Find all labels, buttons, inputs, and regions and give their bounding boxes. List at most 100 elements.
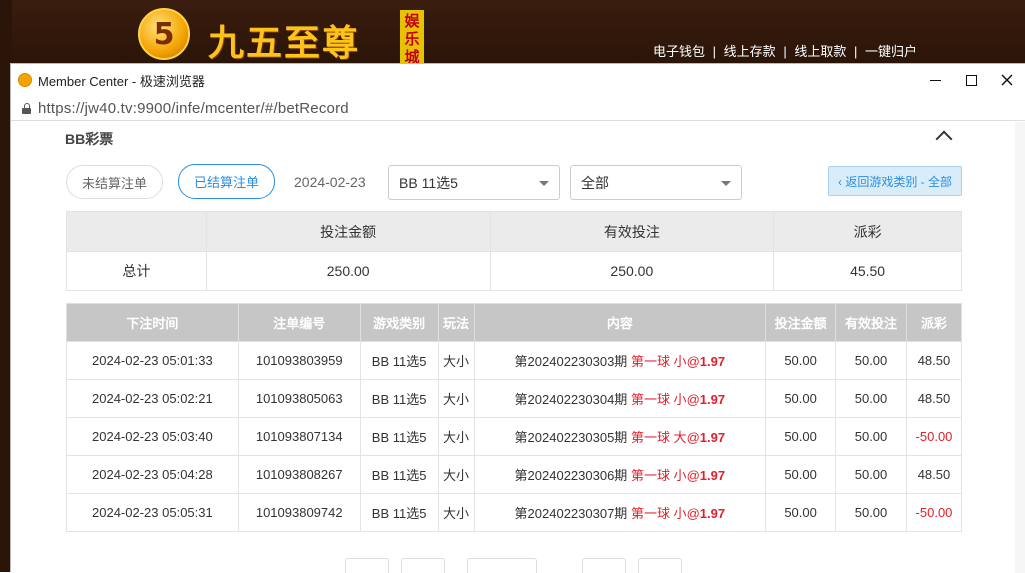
records-header-row: 下注时间 注单编号 游戏类别 玩法 内容 投注金额 有效投注 派彩 bbox=[66, 303, 963, 342]
period: 第202402230303期 bbox=[514, 354, 628, 369]
pick: 第一球 大 bbox=[630, 430, 687, 445]
summary-header-cell bbox=[66, 211, 207, 252]
payout: 48.50 bbox=[905, 455, 963, 494]
bet-id: 101093805063 bbox=[237, 379, 361, 418]
play-type: 大小 bbox=[437, 493, 475, 532]
bet-id: 101093803959 bbox=[237, 341, 361, 380]
nav-separator: | bbox=[853, 44, 858, 59]
game-type: BB 11选5 bbox=[359, 493, 439, 532]
pager-prev-button[interactable] bbox=[401, 558, 445, 573]
nav-one-click-transfer[interactable]: 一键归户 bbox=[865, 44, 917, 59]
close-button[interactable] bbox=[989, 64, 1025, 96]
odds-prefix: @ bbox=[686, 506, 700, 521]
valid-bet: 50.00 bbox=[835, 455, 907, 494]
odds: 1.97 bbox=[699, 430, 726, 445]
bet-time: 2024-02-23 05:05:31 bbox=[66, 493, 239, 532]
odds-prefix: @ bbox=[686, 392, 700, 407]
nav-separator: | bbox=[712, 44, 717, 59]
play-type: 大小 bbox=[437, 379, 475, 418]
bet-amount: 50.00 bbox=[765, 417, 837, 456]
pager-page-input[interactable] bbox=[467, 558, 537, 573]
nav-e-wallet[interactable]: 电子钱包 bbox=[653, 44, 705, 59]
payout: -50.00 bbox=[905, 417, 963, 456]
table-row: 2024-02-23 05:01:33 101093803959 BB 11选5… bbox=[66, 341, 963, 380]
site-logo-icon: 5 bbox=[138, 8, 190, 60]
column-header: 派彩 bbox=[905, 303, 963, 342]
bet-amount: 50.00 bbox=[765, 379, 837, 418]
play-type: 大小 bbox=[437, 455, 475, 494]
bet-records-table: 下注时间 注单编号 游戏类别 玩法 内容 投注金额 有效投注 派彩 2024-0… bbox=[66, 303, 963, 532]
bet-content: 第202402230306期 第一球 小@1.97 bbox=[473, 455, 767, 494]
section-title: BB彩票 bbox=[65, 131, 114, 147]
summary-header-cell: 派彩 bbox=[773, 211, 962, 252]
type-select-value: 全部 bbox=[581, 174, 609, 191]
unsettled-bets-button[interactable]: 未结算注单 bbox=[66, 165, 163, 199]
title-bar[interactable]: Member Center - 极速浏览器 bbox=[11, 64, 1025, 96]
column-header: 有效投注 bbox=[835, 303, 907, 342]
window-title: Member Center - 极速浏览器 bbox=[38, 73, 205, 89]
play-type: 大小 bbox=[437, 417, 475, 456]
table-row: 2024-02-23 05:03:40 101093807134 BB 11选5… bbox=[66, 417, 963, 456]
pick: 第一球 小 bbox=[630, 354, 687, 369]
site-logo-tag: 娱乐城 bbox=[400, 10, 424, 64]
close-icon bbox=[1001, 74, 1013, 86]
nav-online-deposit[interactable]: 线上存款 bbox=[724, 44, 776, 59]
lock-icon bbox=[22, 102, 31, 114]
game-select[interactable]: BB 11选5 bbox=[388, 165, 560, 200]
column-header: 内容 bbox=[473, 303, 767, 342]
bet-time: 2024-02-23 05:03:40 bbox=[66, 417, 239, 456]
browser-window: Member Center - 极速浏览器 https://jw40.tv:99… bbox=[10, 63, 1025, 573]
url-text[interactable]: https://jw40.tv:9900/infe/mcenter/#/betR… bbox=[38, 100, 349, 117]
back-to-categories-button[interactable]: ‹ 返回游戏类别 - 全部 bbox=[828, 166, 962, 196]
odds-prefix: @ bbox=[686, 430, 700, 445]
pager-first-button[interactable] bbox=[345, 558, 389, 573]
game-type: BB 11选5 bbox=[359, 455, 439, 494]
odds: 1.97 bbox=[699, 506, 726, 521]
odds: 1.97 bbox=[699, 354, 726, 369]
odds: 1.97 bbox=[699, 392, 726, 407]
valid-bet: 50.00 bbox=[835, 417, 907, 456]
bet-amount: 50.00 bbox=[765, 341, 837, 380]
bet-content: 第202402230307期 第一球 小@1.97 bbox=[473, 493, 767, 532]
payout: 48.50 bbox=[905, 379, 963, 418]
table-row: 2024-02-23 05:02:21 101093805063 BB 11选5… bbox=[66, 379, 963, 418]
bet-content: 第202402230305期 第一球 大@1.97 bbox=[473, 417, 767, 456]
address-bar[interactable]: https://jw40.tv:9900/infe/mcenter/#/betR… bbox=[11, 96, 1025, 121]
bet-time: 2024-02-23 05:01:33 bbox=[66, 341, 239, 380]
bet-content: 第202402230303期 第一球 小@1.97 bbox=[473, 341, 767, 380]
odds-prefix: @ bbox=[686, 354, 700, 369]
maximize-button[interactable] bbox=[953, 64, 989, 96]
page-content: BB彩票 未结算注单 已结算注单 2024-02-23 BB 11选5 全部 ‹… bbox=[11, 122, 1016, 573]
payout: -50.00 bbox=[905, 493, 963, 532]
period: 第202402230306期 bbox=[514, 468, 628, 483]
game-type: BB 11选5 bbox=[359, 417, 439, 456]
minimize-button[interactable] bbox=[917, 64, 953, 96]
play-type: 大小 bbox=[437, 341, 475, 380]
bet-amount: 50.00 bbox=[765, 493, 837, 532]
maximize-icon bbox=[965, 74, 977, 86]
scrollbar[interactable] bbox=[1015, 122, 1025, 573]
table-row: 2024-02-23 05:05:31 101093809742 BB 11选5… bbox=[66, 493, 963, 532]
period: 第202402230305期 bbox=[514, 430, 628, 445]
period: 第202402230307期 bbox=[514, 506, 628, 521]
settled-bets-button[interactable]: 已结算注单 bbox=[178, 164, 275, 199]
nav-separator: | bbox=[783, 44, 787, 59]
pager-last-button[interactable] bbox=[638, 558, 682, 573]
date-display[interactable]: 2024-02-23 bbox=[294, 174, 366, 190]
game-type: BB 11选5 bbox=[359, 379, 439, 418]
summary-table: 投注金额 有效投注 派彩 总计 250.00 250.00 45.50 bbox=[66, 211, 962, 291]
payout: 48.50 bbox=[905, 341, 963, 380]
pager-next-button[interactable] bbox=[582, 558, 626, 573]
type-select[interactable]: 全部 bbox=[570, 165, 742, 200]
chevron-down-icon bbox=[721, 181, 731, 186]
bet-time: 2024-02-23 05:04:28 bbox=[66, 455, 239, 494]
summary-header-cell: 投注金额 bbox=[205, 211, 491, 252]
chevron-up-icon[interactable] bbox=[934, 128, 954, 142]
table-row: 2024-02-23 05:04:28 101093808267 BB 11选5… bbox=[66, 455, 963, 494]
period: 第202402230304期 bbox=[514, 392, 628, 407]
nav-online-withdraw[interactable]: 线上取款 bbox=[794, 44, 846, 59]
summary-bet-amount: 250.00 bbox=[205, 251, 491, 291]
bet-id: 101093809742 bbox=[237, 493, 361, 532]
summary-label: 总计 bbox=[66, 251, 207, 291]
chevron-down-icon bbox=[539, 181, 549, 186]
